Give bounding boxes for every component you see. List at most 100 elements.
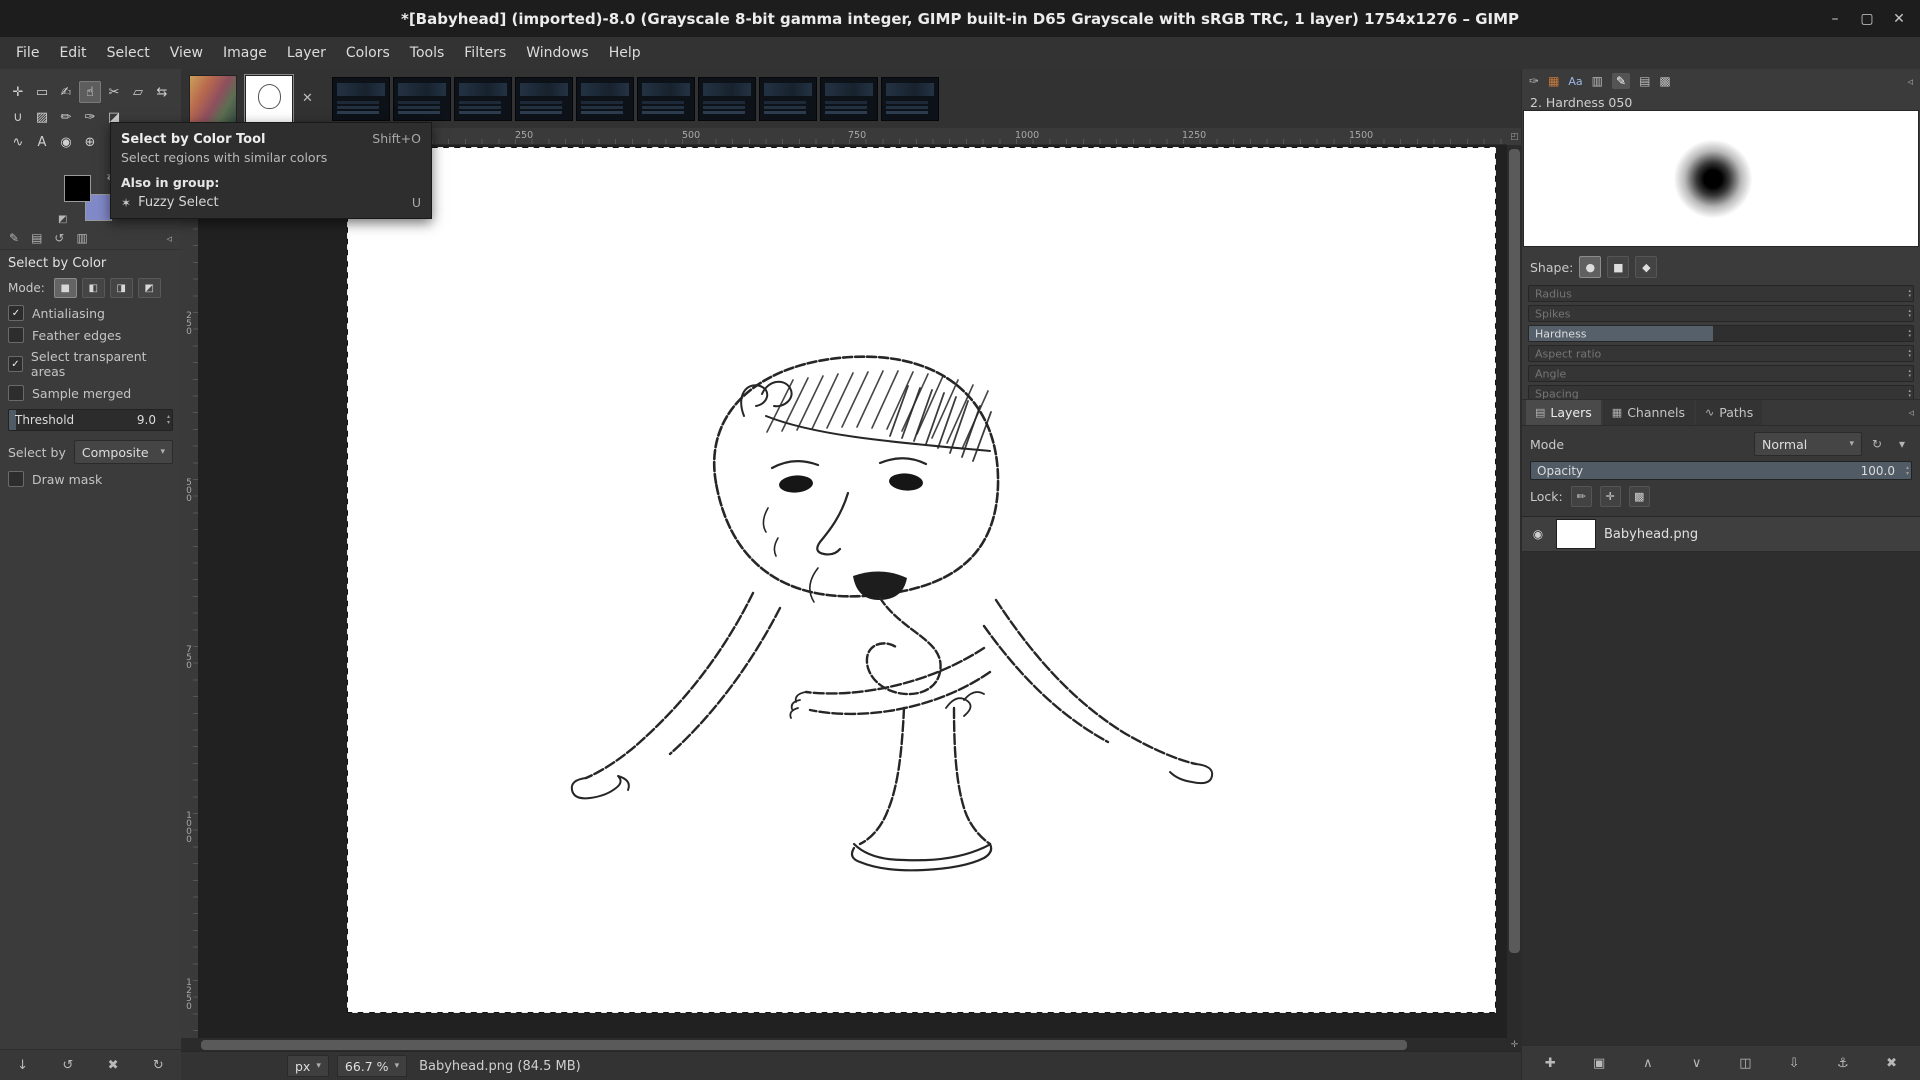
shape-diamond-button[interactable]: ◆ xyxy=(1635,256,1657,278)
layer-mode-dropdown[interactable]: Normal ▾ xyxy=(1754,432,1862,456)
strip-thumbnail[interactable] xyxy=(454,77,512,121)
move-tool[interactable]: ✛ xyxy=(7,81,29,103)
spinner[interactable]: ▴▾ xyxy=(1908,326,1911,341)
strip-thumbnail[interactable] xyxy=(881,77,939,121)
strip-thumbnail[interactable] xyxy=(576,77,634,121)
close-button[interactable]: ✕ xyxy=(1886,11,1912,27)
opacity-slider[interactable]: Opacity 100.0 ▴▾ xyxy=(1530,461,1912,480)
document-history-tab[interactable]: ▩ xyxy=(1659,74,1670,88)
spinner[interactable]: ▴▾ xyxy=(1908,286,1911,301)
strip-thumbnail[interactable] xyxy=(393,77,451,121)
vertical-scrollbar-thumb[interactable] xyxy=(1509,149,1520,953)
tab-paths[interactable]: ∿ Paths xyxy=(1696,400,1762,425)
rectangle-select-tool[interactable]: ▭ xyxy=(31,81,53,103)
image-tab-photo[interactable] xyxy=(189,75,237,123)
strip-thumbnail[interactable] xyxy=(515,77,573,121)
duplicate-layer-button[interactable]: ◫ xyxy=(1732,1056,1758,1071)
menu-layer[interactable]: Layer xyxy=(277,41,336,65)
draw-mask-checkbox[interactable] xyxy=(8,471,24,487)
select-transparent-checkbox[interactable]: ✓ xyxy=(8,356,23,372)
reset-tool-options-button[interactable]: ↻ xyxy=(146,1058,170,1073)
canvas[interactable] xyxy=(348,148,1495,1012)
lock-alpha-button[interactable]: ▩ xyxy=(1629,486,1650,507)
text-tool[interactable]: A xyxy=(31,131,53,153)
flip-tool[interactable]: ⇆ xyxy=(151,81,173,103)
menu-help[interactable]: Help xyxy=(599,41,651,65)
threshold-spinner[interactable]: ▴▾ xyxy=(167,410,170,430)
aspect-ratio-slider[interactable]: Aspect ratio ▴▾ xyxy=(1528,345,1914,362)
new-layer-group-button[interactable]: ▣ xyxy=(1586,1056,1612,1071)
layer-thumbnail[interactable] xyxy=(1556,519,1596,549)
spinner[interactable]: ▴▾ xyxy=(1908,306,1911,321)
tab-layers[interactable]: ▤ Layers xyxy=(1526,400,1601,425)
image-tab-babyhead[interactable] xyxy=(245,75,293,123)
zoom-tool[interactable]: ⊕ xyxy=(79,131,101,153)
dock-menu-button[interactable]: ◃ xyxy=(1907,75,1913,88)
sample-merged-checkbox[interactable] xyxy=(8,385,24,401)
lower-layer-button[interactable]: ∨ xyxy=(1684,1056,1710,1071)
lock-pixels-button[interactable]: ✏ xyxy=(1571,486,1592,507)
dock-menu-button[interactable]: ◃ xyxy=(166,232,172,245)
horizontal-scrollbar-thumb[interactable] xyxy=(201,1040,1407,1050)
mode-add-button[interactable]: ◧ xyxy=(82,278,105,298)
save-tool-preset-button[interactable]: ↓ xyxy=(11,1058,35,1073)
mode-subtract-button[interactable]: ◨ xyxy=(110,278,133,298)
free-select-tool[interactable]: ✍ xyxy=(55,81,77,103)
dock-menu-button[interactable]: ◃ xyxy=(1908,406,1914,419)
bucket-fill-tool[interactable]: ∪ xyxy=(7,106,29,128)
default-colors-icon[interactable]: ◩ xyxy=(58,214,67,225)
menu-file[interactable]: File xyxy=(6,41,49,65)
strip-thumbnail[interactable] xyxy=(820,77,878,121)
lock-position-button[interactable]: ✛ xyxy=(1600,486,1621,507)
radius-slider[interactable]: Radius ▴▾ xyxy=(1528,285,1914,302)
patterns-dialog-tab[interactable]: ▦ xyxy=(1548,74,1559,88)
anchor-layer-button[interactable]: ⚓ xyxy=(1830,1056,1856,1071)
vertical-scrollbar[interactable] xyxy=(1507,145,1522,1038)
menu-select[interactable]: Select xyxy=(97,41,160,65)
palettes-dialog-tab[interactable]: ▤ xyxy=(1639,74,1650,88)
delete-tool-preset-button[interactable]: ✖ xyxy=(101,1058,125,1073)
menu-tools[interactable]: Tools xyxy=(400,41,455,65)
horizontal-scrollbar[interactable]: ✛ xyxy=(181,1038,1522,1052)
shape-square-button[interactable]: ■ xyxy=(1607,256,1629,278)
feather-edges-checkbox[interactable] xyxy=(8,327,24,343)
mode-replace-button[interactable]: ■ xyxy=(54,278,77,298)
menu-edit[interactable]: Edit xyxy=(49,41,96,65)
select-by-color-tool[interactable]: ☝ xyxy=(79,81,101,103)
menu-filters[interactable]: Filters xyxy=(454,41,516,65)
pencil-tool[interactable]: ✏ xyxy=(55,106,77,128)
spinner[interactable]: ▴▾ xyxy=(1908,366,1911,381)
strip-thumbnail[interactable] xyxy=(759,77,817,121)
antialiasing-checkbox[interactable]: ✓ xyxy=(8,305,24,321)
strip-thumbnail[interactable] xyxy=(698,77,756,121)
undo-history-tab[interactable]: ↺ xyxy=(54,231,64,245)
paintbrush-tool[interactable]: ✑ xyxy=(79,106,101,128)
crop-tool[interactable]: ✂ xyxy=(103,81,125,103)
unit-select[interactable]: px ▾ xyxy=(287,1055,329,1077)
fonts-dialog-tab[interactable]: Aa xyxy=(1568,75,1582,88)
maximize-button[interactable]: ▢ xyxy=(1854,11,1880,27)
color-picker-tool[interactable]: ◉ xyxy=(55,131,77,153)
tool-options-tab[interactable]: ✎ xyxy=(9,231,19,245)
select-by-dropdown[interactable]: Composite ▾ xyxy=(74,440,173,464)
canvas-area[interactable] xyxy=(198,145,1507,1038)
mode-intersect-button[interactable]: ◩ xyxy=(138,278,161,298)
strip-thumbnail[interactable] xyxy=(637,77,695,121)
transform-tool[interactable]: ▱ xyxy=(127,81,149,103)
menu-view[interactable]: View xyxy=(160,41,213,65)
restore-tool-preset-button[interactable]: ↺ xyxy=(56,1058,80,1073)
navigation-button[interactable]: ✛ xyxy=(1507,1038,1522,1052)
spinner[interactable]: ▴▾ xyxy=(1906,462,1909,479)
raise-layer-button[interactable]: ∧ xyxy=(1635,1056,1661,1071)
tab-channels[interactable]: ▦ Channels xyxy=(1603,400,1694,425)
spinner[interactable]: ▴▾ xyxy=(1908,346,1911,361)
layer-row[interactable]: ◉ Babyhead.png xyxy=(1522,517,1920,552)
gradients-dialog-tab[interactable]: ▥ xyxy=(1592,74,1603,88)
close-tab-icon[interactable]: ✕ xyxy=(302,91,313,106)
zoom-follow-window-button[interactable]: ◰ xyxy=(1507,128,1522,146)
eye-icon[interactable]: ◉ xyxy=(1528,527,1548,541)
menu-colors[interactable]: Colors xyxy=(336,41,400,65)
tooltip-group-item[interactable]: ✶ Fuzzy Select U xyxy=(121,195,421,210)
shape-circle-button[interactable]: ● xyxy=(1579,256,1601,278)
merge-down-button[interactable]: ⇩ xyxy=(1781,1056,1807,1071)
